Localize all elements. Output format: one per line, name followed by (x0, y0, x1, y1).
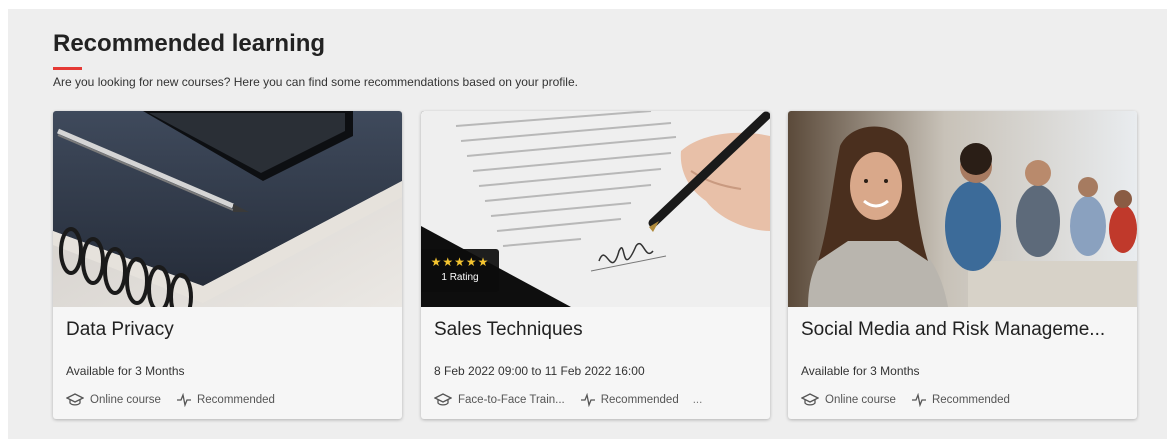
graduation-cap-icon (434, 393, 452, 406)
course-thumbnail[interactable]: ★★★★★ 1 Rating (421, 111, 770, 307)
graduation-cap-icon (66, 393, 84, 406)
course-card-sales-techniques[interactable]: ★★★★★ 1 Rating Sales Techniques 8 Feb 20… (421, 111, 770, 419)
course-tag: Recommended (196, 394, 275, 406)
more-tags-ellipsis[interactable]: ... (693, 394, 703, 406)
title-accent-underline (53, 67, 82, 70)
course-meta: Online course Recommended (66, 392, 275, 408)
course-card-data-privacy[interactable]: Data Privacy Available for 3 Months Onli… (53, 111, 402, 419)
course-type: Online course (90, 394, 161, 406)
course-title[interactable]: Sales Techniques (434, 319, 759, 341)
course-title[interactable]: Data Privacy (66, 319, 391, 341)
rating-count: 1 Rating (441, 272, 479, 283)
course-availability: 8 Feb 2022 09:00 to 11 Feb 2022 16:00 (434, 364, 645, 378)
course-meta: Face-to-Face Train... Recommended ... (434, 392, 702, 408)
course-type: Face-to-Face Train... (458, 394, 565, 406)
rating-badge: ★★★★★ 1 Rating (421, 249, 499, 292)
section-title: Recommended learning (53, 30, 326, 57)
star-rating-icon: ★★★★★ (430, 255, 490, 269)
course-tag: Recommended (600, 394, 679, 406)
recommended-learning-section: Recommended learning Are you looking for… (8, 9, 1167, 439)
course-meta: Online course Recommended (801, 392, 1010, 408)
pulse-icon (176, 393, 191, 407)
pulse-icon (580, 393, 595, 407)
course-availability: Available for 3 Months (66, 364, 185, 378)
course-availability: Available for 3 Months (801, 364, 920, 378)
course-thumbnail[interactable] (788, 111, 1137, 307)
course-tag: Recommended (931, 394, 1010, 406)
course-type: Online course (825, 394, 896, 406)
section-subtitle: Are you looking for new courses? Here yo… (53, 75, 578, 89)
pulse-icon (911, 393, 926, 407)
graduation-cap-icon (801, 393, 819, 406)
course-card-social-media-risk[interactable]: Social Media and Risk Manageme... Availa… (788, 111, 1137, 419)
course-title[interactable]: Social Media and Risk Manageme... (801, 319, 1126, 341)
course-thumbnail[interactable] (53, 111, 402, 307)
